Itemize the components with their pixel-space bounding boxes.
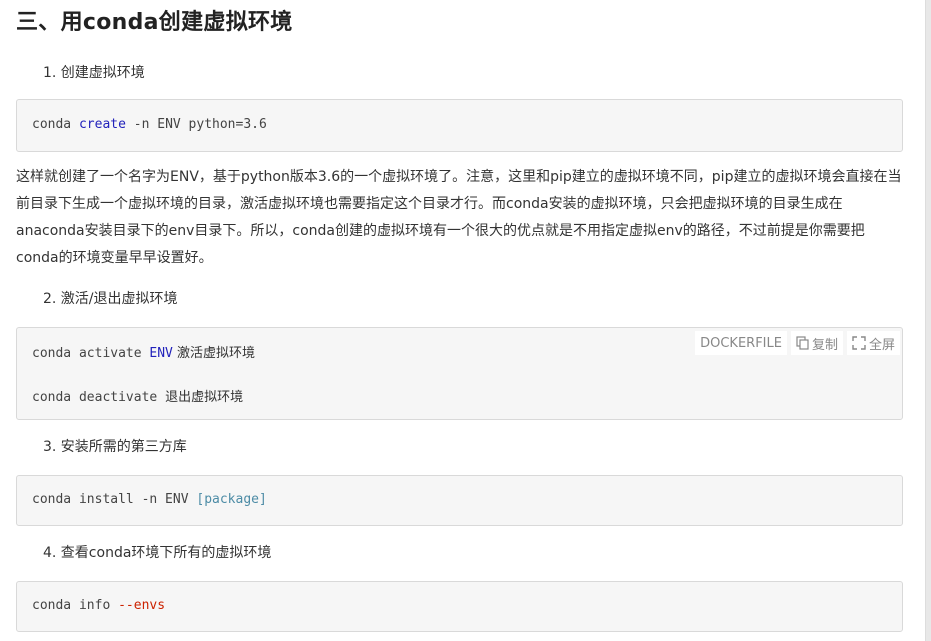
explanation-paragraph: 这样就创建了一个名字为ENV，基于python版本3.6的一个虚拟环境了。注意，… <box>16 169 902 266</box>
code-placeholder: [package] <box>196 492 267 507</box>
code-toolbar: DOCKERFILE 复制 全屏 <box>695 331 900 355</box>
code-text: conda activate <box>32 346 150 361</box>
code-text: -n ENV python=3.6 <box>125 117 267 132</box>
code-line: conda create -n ENV python=3.6 <box>32 117 267 132</box>
fullscreen-button[interactable]: 全屏 <box>846 331 900 355</box>
code-line: conda install -n ENV [package] <box>32 492 267 507</box>
code-block-install: conda install -n ENV [package] <box>16 475 903 526</box>
code-flag: --envs <box>118 598 166 613</box>
code-block-activate: DOCKERFILE 复制 全屏 conda activate ENV 激活虚拟… <box>16 327 903 420</box>
code-comment: 退出虚拟环境 <box>165 390 244 405</box>
step-3-label: 3. 安装所需的第三方库 <box>43 439 187 455</box>
step-1-label: 1. 创建虚拟环境 <box>43 65 145 81</box>
code-keyword: ENV <box>149 346 173 361</box>
copy-button[interactable]: 复制 <box>790 331 843 355</box>
code-line: conda deactivate 退出虚拟环境 <box>32 386 243 405</box>
copy-label: 复制 <box>811 337 838 353</box>
language-text: DOCKERFILE <box>700 335 782 351</box>
fullscreen-label: 全屏 <box>868 337 895 353</box>
code-text: conda <box>32 117 79 132</box>
step-2-label: 2. 激活/退出虚拟环境 <box>43 291 178 307</box>
code-block-info: conda info --envs <box>16 581 903 632</box>
step-4-label: 4. 查看conda环境下所有的虚拟环境 <box>43 545 272 561</box>
language-label: DOCKERFILE <box>695 331 787 355</box>
section-heading: 三、用conda创建虚拟环境 <box>16 10 293 35</box>
code-keyword: create <box>78 117 126 132</box>
code-comment: 激活虚拟环境 <box>172 346 256 361</box>
scrollbar-track[interactable] <box>925 0 931 641</box>
code-line: conda info --envs <box>32 598 165 613</box>
code-block-create: conda create -n ENV python=3.6 <box>16 99 903 152</box>
code-text: conda info <box>32 598 119 613</box>
code-text: conda install -n ENV <box>32 492 197 507</box>
fullscreen-icon <box>852 336 866 350</box>
copy-icon <box>796 336 809 350</box>
code-line: conda activate ENV 激活虚拟环境 <box>32 342 255 361</box>
code-text: conda deactivate <box>32 390 166 405</box>
